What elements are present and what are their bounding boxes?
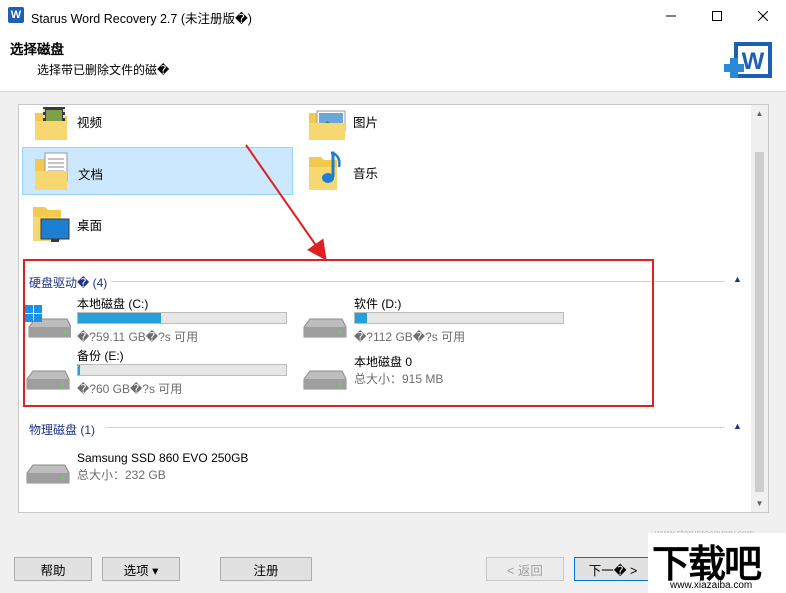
watermark-url: www.xiazaiba.com bbox=[670, 580, 753, 591]
annotation-arrow-icon bbox=[245, 144, 327, 261]
help-button[interactable]: 帮助 bbox=[14, 557, 92, 581]
next-button[interactable]: 下一� > bbox=[574, 557, 652, 581]
site-watermark: 下载吧 www.xiazaiba.com bbox=[648, 533, 786, 593]
options-button[interactable]: 选项 ▾ bbox=[102, 557, 180, 581]
register-button[interactable]: 注册 bbox=[220, 557, 312, 581]
back-button[interactable]: < 返回 bbox=[486, 557, 564, 581]
